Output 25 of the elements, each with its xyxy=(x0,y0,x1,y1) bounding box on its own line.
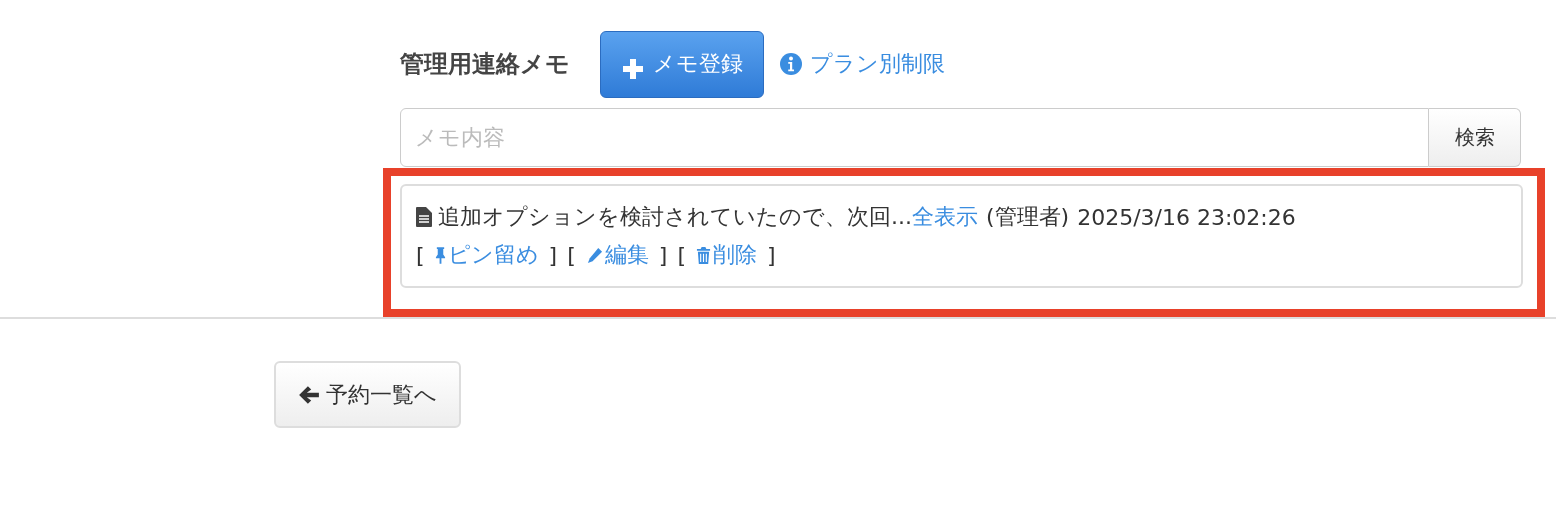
pin-link[interactable]: ピン留め xyxy=(434,240,539,270)
bracket: ] xyxy=(766,242,776,268)
show-all-link[interactable]: 全表示 xyxy=(912,202,978,232)
search-button[interactable]: 検索 xyxy=(1429,108,1521,167)
plan-limits-link[interactable]: プラン別制限 xyxy=(780,49,945,79)
document-icon xyxy=(416,207,432,227)
bracket: ] xyxy=(548,242,558,268)
edit-link[interactable]: 編集 xyxy=(585,240,649,270)
bracket: [ xyxy=(416,242,425,268)
delete-link[interactable]: 削除 xyxy=(695,240,757,270)
memo-search-field[interactable]: メモ内容 xyxy=(400,108,1429,167)
section-title: 管理用連絡メモ xyxy=(400,49,570,80)
plus-icon xyxy=(623,59,643,79)
pushpin-icon xyxy=(434,246,446,264)
back-to-reservations-button[interactable]: 予約一覧へ xyxy=(274,361,461,428)
bracket: [ xyxy=(677,242,686,268)
bracket: [ xyxy=(567,242,576,268)
info-icon xyxy=(780,53,802,75)
pencil-icon xyxy=(585,246,603,264)
bracket: ] xyxy=(658,242,668,268)
trash-icon xyxy=(695,246,711,264)
memo-author: (管理者) xyxy=(986,203,1070,231)
memo-timestamp: 2025/3/16 23:02:26 xyxy=(1077,204,1296,230)
memo-text: 追加オプションを検討されていたので、次回... xyxy=(438,203,912,231)
register-memo-button[interactable]: メモ登録 xyxy=(600,30,764,98)
